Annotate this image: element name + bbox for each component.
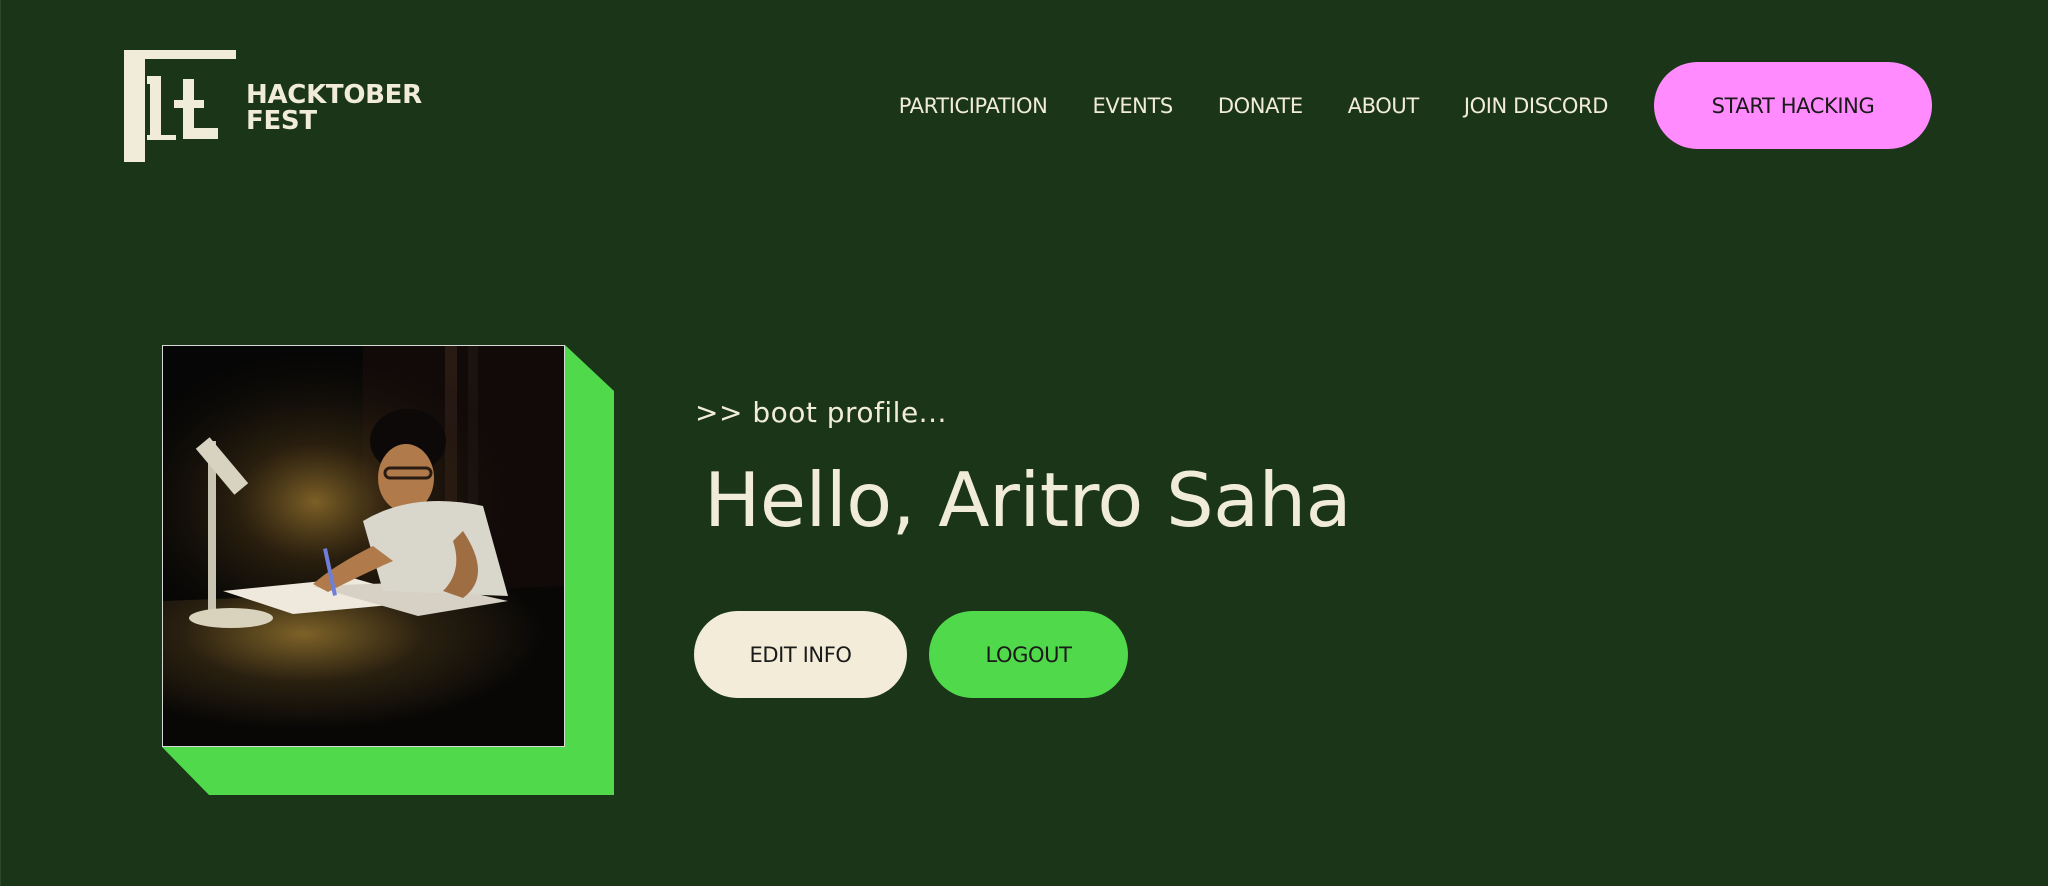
logo-line-2: FEST: [246, 106, 317, 136]
hacktoberfest-logo[interactable]: HACKTOBER FEST: [124, 50, 424, 162]
nav-link-donate[interactable]: DONATE: [1218, 94, 1303, 118]
edit-info-button[interactable]: EDIT INFO: [694, 611, 907, 698]
nav-link-about[interactable]: ABOUT: [1348, 94, 1420, 118]
nav-link-events[interactable]: EVENTS: [1092, 94, 1173, 118]
logo-wordmark: HACKTOBER FEST: [246, 82, 422, 134]
nav-link-participation[interactable]: PARTICIPATION: [899, 94, 1048, 118]
nav-link-join-discord[interactable]: JOIN DISCORD: [1464, 94, 1609, 118]
avatar-photo: [162, 345, 565, 747]
logo-line-1: HACKTOBER: [246, 80, 422, 110]
hacktoberfest-logo-icon: [124, 50, 236, 162]
profile-page: HACKTOBER FEST PARTICIPATION EVENTS DONA…: [0, 0, 2048, 886]
main-nav: PARTICIPATION EVENTS DONATE ABOUT JOIN D…: [899, 62, 1932, 149]
logout-button[interactable]: LOGOUT: [929, 611, 1128, 698]
start-hacking-button[interactable]: START HACKING: [1654, 62, 1932, 149]
boot-profile-text: >> boot profile...: [695, 396, 947, 429]
greeting-heading: Hello, Aritro Saha: [704, 456, 1352, 544]
